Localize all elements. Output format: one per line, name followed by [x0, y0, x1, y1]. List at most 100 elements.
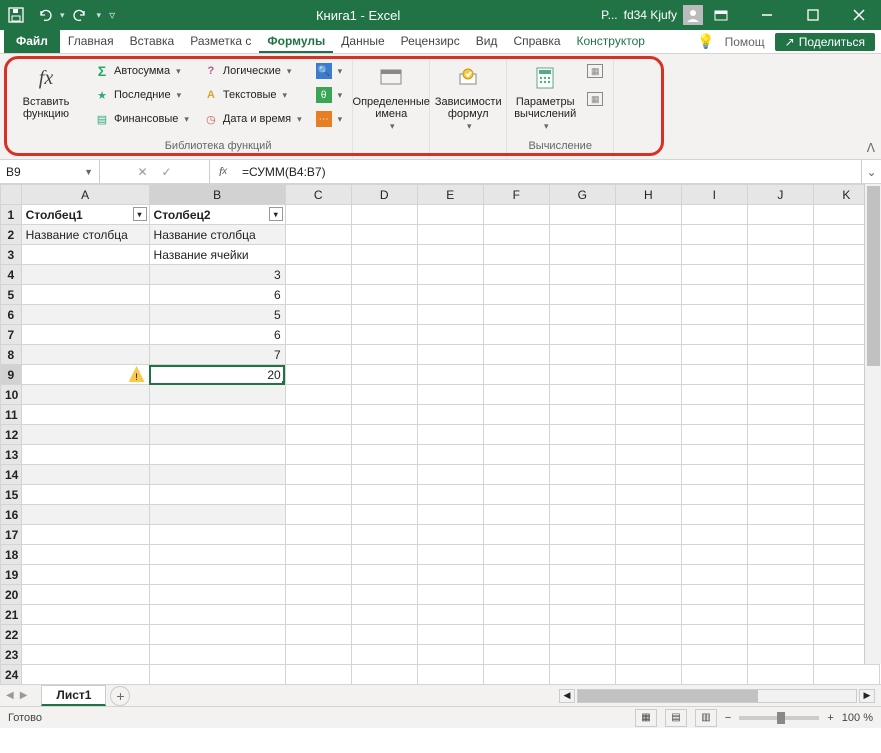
cell-D4[interactable] — [351, 265, 417, 285]
cell-G3[interactable] — [549, 245, 615, 265]
tab-view[interactable]: Вид — [468, 30, 506, 53]
cell-F23[interactable] — [483, 645, 549, 665]
row-header-11[interactable]: 11 — [1, 405, 22, 425]
financial-button[interactable]: ▤Финансовые▾ — [90, 108, 193, 130]
sheet-tab-active[interactable]: Лист1 — [41, 685, 106, 706]
cell-I23[interactable] — [681, 645, 747, 665]
cell-D8[interactable] — [351, 345, 417, 365]
cell-H17[interactable] — [615, 525, 681, 545]
zoom-in-button[interactable]: + — [827, 712, 833, 724]
cell-H7[interactable] — [615, 325, 681, 345]
cell-F3[interactable] — [483, 245, 549, 265]
cell-E9[interactable] — [417, 365, 483, 385]
cell-E14[interactable] — [417, 465, 483, 485]
cell-J21[interactable] — [747, 605, 813, 625]
cell-C20[interactable] — [285, 585, 351, 605]
cell-J11[interactable] — [747, 405, 813, 425]
cell-B16[interactable] — [149, 505, 285, 525]
cell-A8[interactable] — [21, 345, 149, 365]
cell-B8[interactable]: 7 — [149, 345, 285, 365]
tab-review[interactable]: Рецензирс — [393, 30, 468, 53]
cell-E19[interactable] — [417, 565, 483, 585]
cell-E22[interactable] — [417, 625, 483, 645]
cell-B19[interactable] — [149, 565, 285, 585]
cell-E7[interactable] — [417, 325, 483, 345]
cell-C9[interactable] — [285, 365, 351, 385]
cell-F14[interactable] — [483, 465, 549, 485]
cell-D15[interactable] — [351, 485, 417, 505]
save-icon[interactable] — [4, 3, 28, 27]
sheet-nav[interactable]: ◀▶ — [6, 690, 27, 701]
cell-C15[interactable] — [285, 485, 351, 505]
cell-C11[interactable] — [285, 405, 351, 425]
calc-sheet-button[interactable]: ▦ — [583, 88, 607, 110]
cell-G19[interactable] — [549, 565, 615, 585]
cell-D5[interactable] — [351, 285, 417, 305]
cell-G18[interactable] — [549, 545, 615, 565]
row-header-18[interactable]: 18 — [1, 545, 22, 565]
select-all-corner[interactable] — [1, 185, 22, 205]
cell-J6[interactable] — [747, 305, 813, 325]
cell-A23[interactable] — [21, 645, 149, 665]
cell-I2[interactable] — [681, 225, 747, 245]
cell-D13[interactable] — [351, 445, 417, 465]
page-break-view-button[interactable]: ▥ — [695, 709, 717, 727]
cell-G1[interactable] — [549, 205, 615, 225]
cell-G23[interactable] — [549, 645, 615, 665]
cell-D19[interactable] — [351, 565, 417, 585]
cell-I5[interactable] — [681, 285, 747, 305]
cell-F16[interactable] — [483, 505, 549, 525]
row-header-19[interactable]: 19 — [1, 565, 22, 585]
cell-A6[interactable] — [21, 305, 149, 325]
cell-F10[interactable] — [483, 385, 549, 405]
cell-E13[interactable] — [417, 445, 483, 465]
cell-D7[interactable] — [351, 325, 417, 345]
math-button[interactable]: θ▾ — [312, 84, 347, 106]
row-header-13[interactable]: 13 — [1, 445, 22, 465]
lookup-button[interactable]: 🔍▾ — [312, 60, 347, 82]
row-header-10[interactable]: 10 — [1, 385, 22, 405]
cell-A2[interactable]: Название столбца — [21, 225, 149, 245]
cell-E21[interactable] — [417, 605, 483, 625]
cell-I24[interactable] — [681, 665, 747, 685]
confirm-icon[interactable]: ✓ — [162, 165, 172, 179]
cell-D6[interactable] — [351, 305, 417, 325]
cell-A20[interactable] — [21, 585, 149, 605]
cell-A12[interactable] — [21, 425, 149, 445]
cell-F11[interactable] — [483, 405, 549, 425]
cell-F7[interactable] — [483, 325, 549, 345]
row-header-3[interactable]: 3 — [1, 245, 22, 265]
row-header-12[interactable]: 12 — [1, 425, 22, 445]
row-header-9[interactable]: 9 — [1, 365, 22, 385]
cell-D1[interactable] — [351, 205, 417, 225]
cell-G7[interactable] — [549, 325, 615, 345]
cell-E8[interactable] — [417, 345, 483, 365]
cell-C23[interactable] — [285, 645, 351, 665]
cell-J10[interactable] — [747, 385, 813, 405]
cell-F22[interactable] — [483, 625, 549, 645]
cell-J16[interactable] — [747, 505, 813, 525]
cell-D24[interactable] — [351, 665, 417, 685]
cell-F5[interactable] — [483, 285, 549, 305]
col-header-D[interactable]: D — [351, 185, 417, 205]
cell-C2[interactable] — [285, 225, 351, 245]
cell-A18[interactable] — [21, 545, 149, 565]
ribbon-display-icon[interactable] — [703, 0, 739, 30]
page-layout-view-button[interactable]: ▤ — [665, 709, 687, 727]
cell-B24[interactable] — [149, 665, 285, 685]
col-header-C[interactable]: C — [285, 185, 351, 205]
cell-A7[interactable] — [21, 325, 149, 345]
row-header-21[interactable]: 21 — [1, 605, 22, 625]
expand-formula-bar-icon[interactable]: ⌄ — [861, 160, 881, 183]
cell-A16[interactable] — [21, 505, 149, 525]
cell-F13[interactable] — [483, 445, 549, 465]
cell-G12[interactable] — [549, 425, 615, 445]
cell-I22[interactable] — [681, 625, 747, 645]
cell-H16[interactable] — [615, 505, 681, 525]
cell-E2[interactable] — [417, 225, 483, 245]
cell-G9[interactable] — [549, 365, 615, 385]
cell-E6[interactable] — [417, 305, 483, 325]
cell-F8[interactable] — [483, 345, 549, 365]
cell-I6[interactable] — [681, 305, 747, 325]
cell-E4[interactable] — [417, 265, 483, 285]
